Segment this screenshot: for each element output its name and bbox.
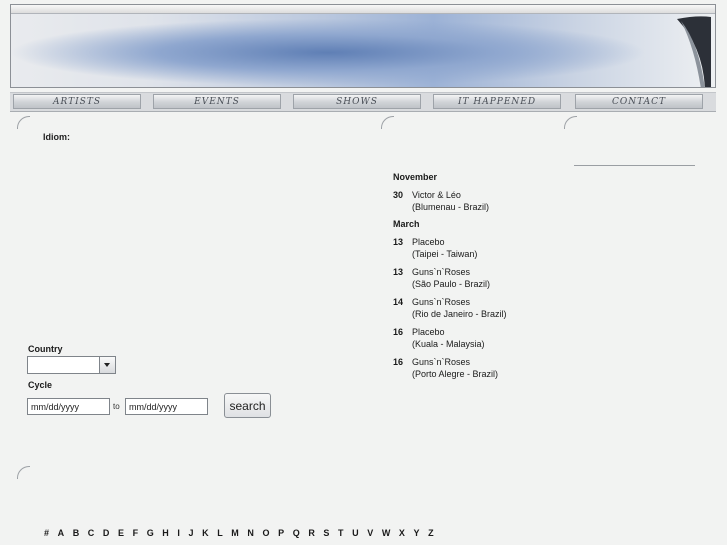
events-list: November 30 Victor & Léo (Blumenau - Bra… [393, 172, 563, 386]
event-day: 13 [393, 267, 404, 277]
alpha-link[interactable]: V [367, 528, 373, 540]
event-item[interactable]: 13 Guns`n`Roses (São Paulo - Brazil) [393, 266, 563, 290]
event-artist[interactable]: Guns`n`Roses [412, 267, 470, 277]
alpha-link[interactable]: N [247, 528, 254, 540]
alpha-link[interactable]: M [231, 528, 239, 540]
alpha-link[interactable]: O [262, 528, 269, 540]
alpha-link[interactable]: B [73, 528, 80, 540]
nav-artists[interactable]: ARTISTS [13, 94, 141, 109]
to-label: to [113, 402, 120, 411]
event-place: (Blumenau - Brazil) [412, 202, 490, 212]
cycle-label: Cycle [28, 380, 53, 390]
alpha-link[interactable]: X [399, 528, 405, 540]
nav-it-happened[interactable]: IT HAPPENED [433, 94, 561, 109]
event-artist[interactable]: Placebo [412, 237, 445, 247]
country-selected-value [28, 362, 31, 372]
event-day: 16 [393, 327, 404, 337]
header-banner [10, 4, 716, 88]
right-divider [574, 165, 695, 166]
event-artist[interactable]: Placebo [412, 327, 445, 337]
alpha-link[interactable]: K [202, 528, 209, 540]
alpha-link[interactable]: G [147, 528, 154, 540]
alpha-link[interactable]: Z [428, 528, 434, 540]
event-day: 14 [393, 297, 404, 307]
banner-top-strip [11, 5, 715, 14]
country-select[interactable] [27, 356, 116, 374]
nav-events[interactable]: EVENTS [153, 94, 281, 109]
event-item[interactable]: 16 Placebo (Kuala - Malaysia) [393, 326, 563, 350]
nav-contact[interactable]: CONTACT [575, 94, 703, 109]
event-item[interactable]: 14 Guns`n`Roses (Rio de Janeiro - Brazil… [393, 296, 563, 320]
alpha-link[interactable]: A [58, 528, 65, 540]
idiom-label: Idiom: [43, 132, 70, 142]
alpha-link[interactable]: J [189, 528, 194, 540]
event-artist[interactable]: Guns`n`Roses [412, 297, 470, 307]
alpha-link[interactable]: Q [293, 528, 300, 540]
alpha-link[interactable]: Y [414, 528, 420, 540]
event-item[interactable]: 16 Guns`n`Roses (Porto Alegre - Brazil) [393, 356, 563, 380]
month-heading: November [393, 172, 438, 182]
event-place: (Porto Alegre - Brazil) [412, 369, 499, 379]
event-artist[interactable]: Victor & Léo [412, 190, 461, 200]
alpha-link[interactable]: R [308, 528, 315, 540]
page-curl-graphic [677, 16, 711, 87]
event-artist[interactable]: Guns`n`Roses [412, 357, 470, 367]
month-heading: March [393, 219, 420, 229]
alpha-link[interactable]: F [133, 528, 139, 540]
event-place: (Rio de Janeiro - Brazil) [412, 309, 507, 319]
alpha-link[interactable]: C [88, 528, 95, 540]
event-day: 13 [393, 237, 404, 247]
event-item[interactable]: 13 Placebo (Taipei - Taiwan) [393, 236, 563, 260]
event-place: (Kuala - Malaysia) [412, 339, 485, 349]
alpha-link[interactable]: I [177, 528, 180, 540]
event-day: 30 [393, 190, 404, 200]
dropdown-arrow-button[interactable] [99, 357, 115, 373]
right-column-corner [564, 116, 577, 129]
alpha-link[interactable]: E [118, 528, 124, 540]
alphabet-index: # A B C D E F G H I J K L M N O P Q R S … [44, 528, 442, 540]
alpha-link[interactable]: L [217, 528, 223, 540]
alpha-link[interactable]: T [338, 528, 344, 540]
main-nav: ARTISTS EVENTS SHOWS IT HAPPENED CONTACT [10, 92, 716, 112]
search-button[interactable]: search [224, 393, 271, 418]
alpha-link[interactable]: D [103, 528, 110, 540]
event-item[interactable]: 30 Victor & Léo (Blumenau - Brazil) [393, 189, 563, 213]
alpha-link[interactable]: W [382, 528, 391, 540]
bottom-section-corner [17, 466, 30, 479]
date-from-input[interactable] [27, 398, 110, 415]
chevron-down-icon [104, 363, 110, 367]
event-day: 16 [393, 357, 404, 367]
event-place: (São Paulo - Brazil) [412, 279, 491, 289]
middle-column-corner [381, 116, 394, 129]
country-label: Country [28, 344, 63, 354]
date-to-input[interactable] [125, 398, 208, 415]
alpha-link[interactable]: S [323, 528, 329, 540]
alpha-link[interactable]: U [352, 528, 359, 540]
alpha-link[interactable]: H [162, 528, 169, 540]
nav-shows[interactable]: SHOWS [293, 94, 421, 109]
alpha-link[interactable]: P [278, 528, 284, 540]
alpha-link[interactable]: # [44, 528, 49, 540]
event-place: (Taipei - Taiwan) [412, 249, 478, 259]
left-column-corner [17, 116, 30, 129]
